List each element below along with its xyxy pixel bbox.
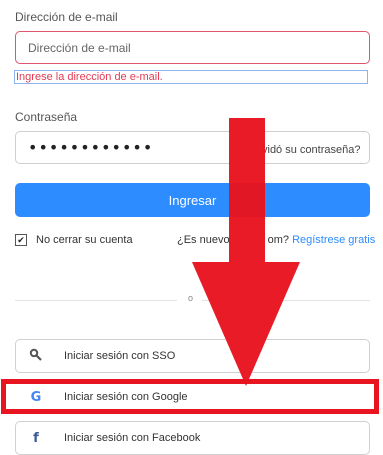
new-user-prefix: ¿Es nuevo [177, 234, 230, 246]
keep-signed-in-checkbox[interactable]: ✔ [15, 234, 27, 246]
signin-button[interactable]: Ingresar [15, 183, 370, 217]
forgot-password-link[interactable]: vidó su contraseña? [262, 144, 360, 156]
divider-or: o [188, 293, 194, 303]
keep-signed-in[interactable]: ✔ No cerrar su cuenta [15, 234, 133, 246]
email-placeholder: Dirección de e-mail [28, 40, 131, 55]
divider-left [15, 300, 177, 301]
signin-sso-button[interactable]: Iniciar sesión con SSO [15, 339, 370, 373]
new-user-text: ¿Es nuevo om? Regístrese gratis [177, 234, 375, 246]
email-input[interactable]: Dirección de e-mail [15, 31, 370, 64]
signin-facebook-label: Iniciar sesión con Facebook [64, 432, 201, 444]
email-error-message: Ingrese la dirección de e-mail. [14, 70, 368, 84]
password-label: Contraseña [15, 110, 78, 124]
signin-sso-label: Iniciar sesión con SSO [64, 350, 176, 362]
email-label: Dirección de e-mail [15, 10, 118, 24]
password-value: •••••••••••• [28, 138, 154, 157]
key-icon [16, 348, 56, 365]
signin-button-label: Ingresar [168, 192, 217, 208]
divider-right [202, 300, 370, 301]
facebook-icon: f [33, 430, 39, 446]
annotation-highlight-box [1, 379, 379, 414]
keep-signed-in-label: No cerrar su cuenta [36, 234, 133, 246]
new-user-middle: om? [267, 234, 289, 246]
signup-link[interactable]: Regístrese gratis [292, 234, 375, 246]
